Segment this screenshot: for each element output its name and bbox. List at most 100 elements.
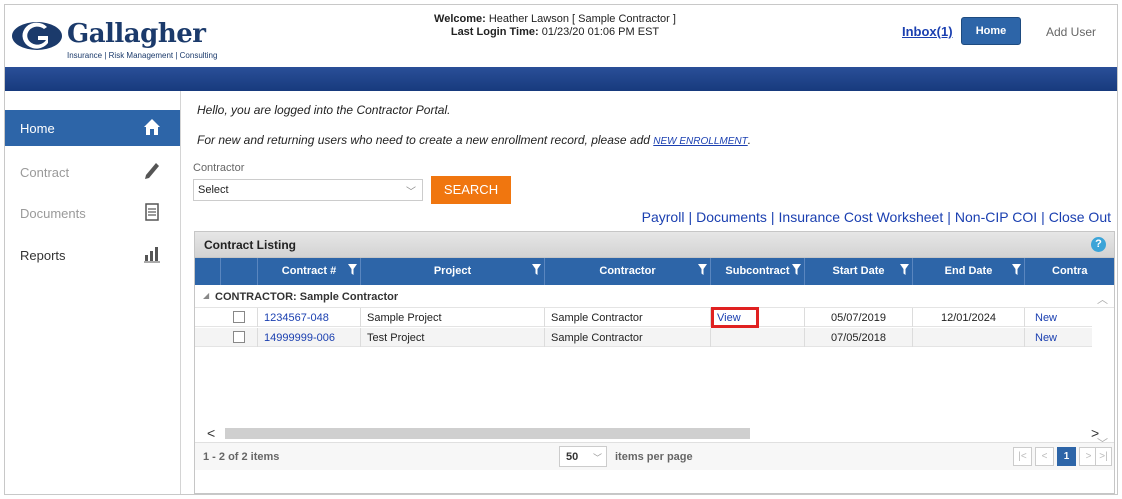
current-page-button[interactable]: 1 bbox=[1057, 447, 1076, 466]
start-date-cell: 05/07/2019 bbox=[805, 308, 913, 327]
column-header-start-date[interactable]: Start Date bbox=[805, 258, 913, 285]
contractor-select[interactable]: Select ﹀ bbox=[193, 179, 423, 201]
prev-page-button[interactable]: < bbox=[1035, 447, 1054, 466]
last-login-label: Last Login Time: bbox=[450, 26, 539, 38]
inbox-link[interactable]: Inbox(1) bbox=[902, 24, 953, 39]
app-window: Gallagher Insurance | Risk Management | … bbox=[4, 4, 1118, 495]
enrollment-message: For new and returning users who need to … bbox=[197, 133, 751, 147]
home-button[interactable]: Home bbox=[961, 17, 1021, 45]
row-checkbox[interactable] bbox=[233, 331, 245, 343]
search-button[interactable]: SEARCH bbox=[431, 176, 511, 204]
group-label: CONTRACTOR: Sample Contractor bbox=[215, 291, 399, 303]
contract-number-link[interactable]: 14999999-006 bbox=[264, 332, 335, 344]
project-name: Test Project bbox=[367, 332, 425, 344]
chevron-down-icon: ﹀ bbox=[592, 453, 602, 463]
chevron-down-icon: ﹀ bbox=[406, 187, 416, 198]
enrollment-suffix: . bbox=[747, 133, 752, 147]
top-header: Gallagher Insurance | Risk Management | … bbox=[5, 5, 1117, 67]
page-size-value: 50 bbox=[566, 451, 579, 463]
column-header-label: Contra bbox=[1052, 265, 1088, 277]
horizontal-scrollbar[interactable]: < > bbox=[195, 425, 1114, 441]
project-name: Sample Project bbox=[367, 312, 442, 324]
contractor-label: Contractor bbox=[193, 162, 245, 174]
contractor-cell: Sample Contractor bbox=[545, 308, 711, 327]
column-header-label: End Date bbox=[944, 265, 993, 277]
gallagher-logo[interactable]: Gallagher Insurance | Risk Management | … bbox=[11, 15, 251, 61]
logo-wordmark: Gallagher bbox=[67, 19, 206, 49]
scrollbar-thumb[interactable] bbox=[225, 428, 750, 439]
column-header-contract[interactable]: Contract # bbox=[258, 258, 361, 285]
new-contract-link[interactable]: New bbox=[1035, 332, 1057, 344]
filter-icon[interactable] bbox=[900, 264, 909, 275]
contractor-select-value: Select bbox=[198, 184, 229, 196]
main-content: Hello, you are logged into the Contracto… bbox=[191, 91, 1115, 494]
row-spacer bbox=[195, 328, 221, 347]
hello-message: Hello, you are logged into the Contracto… bbox=[197, 103, 451, 117]
sidebar-item-label: Home bbox=[20, 121, 55, 136]
last-page-button[interactable]: >| bbox=[1095, 447, 1112, 466]
gallagher-g-icon bbox=[12, 22, 62, 50]
documents-link[interactable]: Documents bbox=[696, 209, 767, 225]
payroll-link[interactable]: Payroll bbox=[642, 209, 685, 225]
grid-title: Contract Listing bbox=[204, 238, 296, 252]
chevron-right-icon[interactable]: > bbox=[1091, 425, 1099, 441]
sidebar-item-reports[interactable]: Reports bbox=[5, 237, 180, 273]
contract-number-link[interactable]: 1234567-048 bbox=[264, 312, 329, 324]
add-user-link[interactable]: Add User bbox=[1046, 25, 1096, 39]
grid-pager: 1 - 2 of 2 items 50 ﹀ items per page |< … bbox=[195, 442, 1114, 470]
filter-icon[interactable] bbox=[698, 264, 707, 275]
pencil-icon bbox=[145, 163, 159, 179]
column-header-project[interactable]: Project bbox=[361, 258, 545, 285]
subcontract-cell: View bbox=[711, 307, 805, 328]
column-header-label: Contractor bbox=[599, 265, 656, 277]
filter-icon[interactable] bbox=[348, 264, 357, 275]
column-header-end-date[interactable]: End Date bbox=[913, 258, 1025, 285]
row-checkbox[interactable] bbox=[233, 311, 245, 323]
welcome-label: Welcome: bbox=[434, 13, 486, 25]
quick-links: Payroll | Documents | Insurance Cost Workshe… bbox=[642, 209, 1111, 225]
filter-icon[interactable] bbox=[532, 264, 541, 275]
filter-icon[interactable] bbox=[1012, 264, 1021, 275]
sidebar-item-documents[interactable]: Documents bbox=[5, 195, 180, 231]
contract-number-cell: 1234567-048 bbox=[258, 308, 361, 327]
sidebar-item-contract[interactable]: Contract bbox=[5, 154, 180, 190]
contractor-cell: Sample Contractor bbox=[545, 328, 711, 347]
column-header-label: Contract # bbox=[281, 265, 337, 277]
row-spacer bbox=[195, 308, 221, 327]
start-date: 05/07/2019 bbox=[830, 312, 887, 324]
bar-chart-icon bbox=[144, 247, 160, 263]
new-contract-link[interactable]: New bbox=[1035, 312, 1057, 324]
items-per-page-label: items per page bbox=[615, 451, 693, 463]
column-header-label: Project bbox=[433, 265, 472, 277]
row-select-cell bbox=[221, 308, 258, 327]
column-header-contract-status[interactable]: Contra bbox=[1025, 258, 1114, 285]
link-separator: | bbox=[1041, 209, 1045, 225]
project-cell: Test Project bbox=[361, 328, 545, 347]
item-count: 1 - 2 of 2 items bbox=[203, 451, 280, 463]
chevron-left-icon[interactable]: < bbox=[207, 425, 215, 441]
column-header-label: Subcontract bbox=[725, 265, 790, 277]
sidebar-item-home[interactable]: Home bbox=[5, 110, 180, 146]
non-cip-coi-link[interactable]: Non-CIP COI bbox=[955, 209, 1037, 225]
start-date-cell: 07/05/2018 bbox=[805, 328, 913, 347]
column-header-contractor[interactable]: Contractor bbox=[545, 258, 711, 285]
sidebar-item-label: Contract bbox=[20, 165, 70, 180]
column-header-subcontract[interactable]: Subcontract bbox=[711, 258, 805, 285]
page-size-select[interactable]: 50 ﹀ bbox=[559, 446, 607, 467]
group-header-row[interactable]: ◢ CONTRACTOR: Sample Contractor bbox=[195, 285, 1114, 308]
contractor-name: Sample Contractor bbox=[551, 312, 643, 324]
close-out-link[interactable]: Close Out bbox=[1049, 209, 1111, 225]
help-icon[interactable]: ? bbox=[1091, 237, 1106, 252]
table-row: 1234567-048 Sample Project Sample Contra… bbox=[195, 307, 1092, 328]
collapse-arrow-icon[interactable]: ◢ bbox=[203, 291, 209, 300]
new-enrollment-link[interactable]: NEW ENROLLMENT bbox=[653, 136, 747, 147]
last-login-value: 01/23/20 01:06 PM EST bbox=[541, 26, 660, 38]
chevron-up-icon[interactable]: ︿ bbox=[1097, 291, 1108, 307]
start-date: 07/05/2018 bbox=[830, 332, 887, 344]
header-bar bbox=[5, 67, 1117, 91]
column-header-label: Start Date bbox=[832, 265, 885, 277]
first-page-button[interactable]: |< bbox=[1013, 447, 1032, 466]
link-separator: | bbox=[688, 209, 693, 225]
filter-icon[interactable] bbox=[792, 264, 801, 275]
insurance-cost-worksheet-link[interactable]: Insurance Cost Worksheet bbox=[779, 209, 944, 225]
